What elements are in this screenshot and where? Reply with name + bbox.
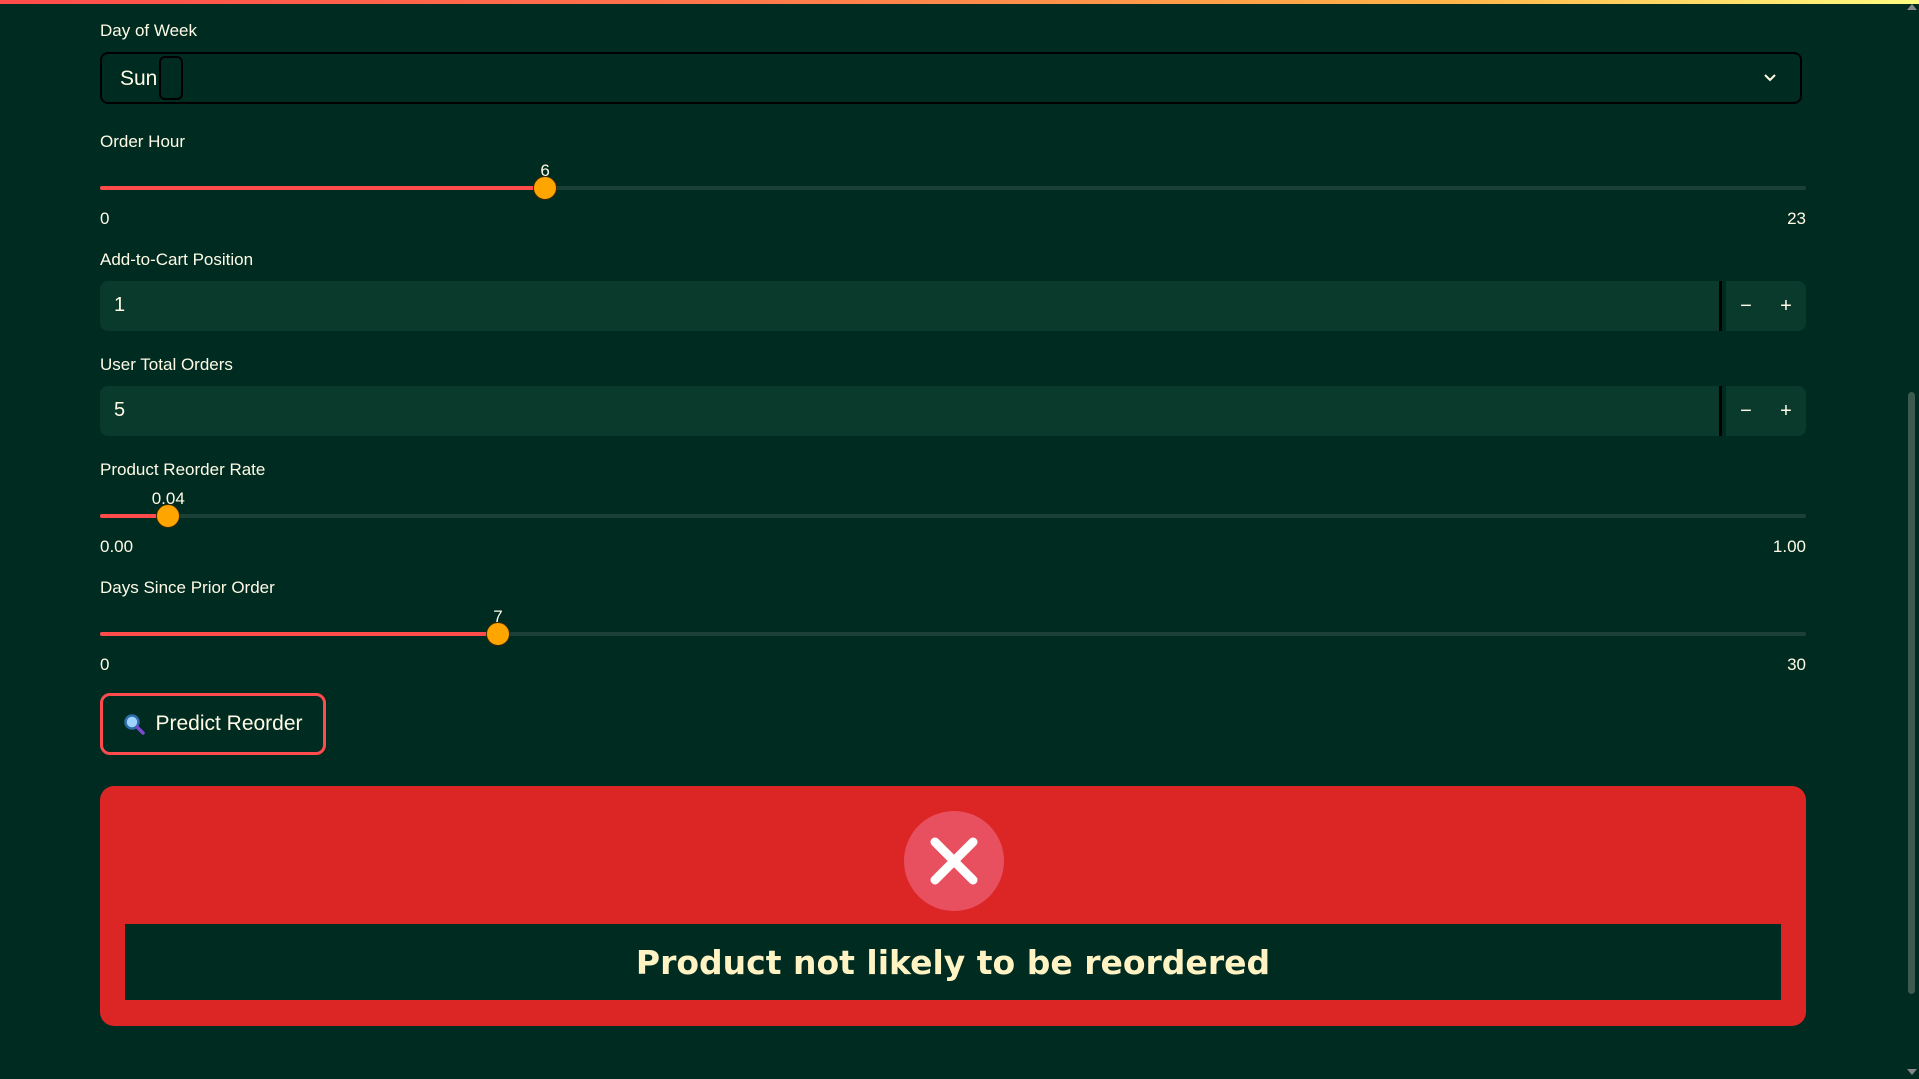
slider-min: 0 — [100, 209, 110, 228]
scrollbar-thumb[interactable] — [1908, 392, 1915, 994]
order-hour-label: Order Hour — [100, 132, 186, 151]
slider-value: 7 — [493, 607, 503, 626]
order-hour-slider[interactable]: 6 0 23 — [100, 161, 1806, 228]
magnifier-icon — [124, 714, 146, 735]
slider-value: 0.04 — [151, 489, 185, 508]
slider-fill — [100, 186, 546, 190]
days-since-prior-order-slider[interactable]: 7 0 30 — [100, 607, 1806, 674]
number-value: 5 — [114, 399, 126, 421]
slider-max: 23 — [1787, 209, 1806, 228]
product-reorder-rate-label: Product Reorder Rate — [100, 460, 266, 479]
predict-reorder-button[interactable]: Predict Reorder — [100, 693, 326, 755]
slider-max: 1.00 — [1772, 537, 1806, 556]
decrement-button[interactable]: − — [1726, 281, 1766, 331]
scroll-down-arrow-icon[interactable] — [1907, 1069, 1917, 1075]
prediction-form: Day of Week Sun Order Hour 6 0 23 Add-to… — [100, 0, 1806, 1079]
scroll-up-arrow-icon[interactable] — [1907, 4, 1917, 10]
add-to-cart-position-input: 1 − + — [100, 281, 1806, 331]
user-total-orders-input: 5 − + — [100, 386, 1806, 436]
predict-reorder-label: Predict Reorder — [155, 712, 303, 735]
slider-max: 30 — [1787, 655, 1806, 674]
day-of-week-select[interactable]: Sun — [100, 52, 1802, 104]
scrollbar[interactable] — [1905, 0, 1919, 1079]
number-field[interactable]: 1 — [100, 281, 1722, 331]
product-reorder-rate-slider[interactable]: 0.04 0.00 1.00 — [100, 489, 1806, 556]
slider-fill — [100, 632, 498, 636]
x-icon — [904, 811, 1004, 911]
slider-min: 0 — [100, 655, 110, 674]
x-icon-glyph — [930, 837, 978, 885]
user-total-orders-label: User Total Orders — [100, 355, 233, 374]
increment-button[interactable]: + — [1766, 281, 1806, 331]
result-banner: Product not likely to be reordered — [125, 924, 1781, 1000]
decrement-button[interactable]: − — [1726, 386, 1766, 436]
slider-value: 6 — [540, 161, 550, 180]
add-to-cart-position-label: Add-to-Cart Position — [100, 250, 254, 269]
day-of-week-value: Sun — [120, 67, 158, 90]
day-of-week-label: Day of Week — [100, 21, 198, 40]
slider-track[interactable] — [100, 514, 1806, 518]
slider-min: 0.00 — [100, 537, 134, 556]
result-message: Product not likely to be reordered — [635, 942, 1271, 982]
result-card: Product not likely to be reordered — [100, 786, 1806, 1026]
number-value: 1 — [114, 294, 126, 316]
chevron-down-icon[interactable] — [1760, 68, 1780, 88]
days-since-prior-order-label: Days Since Prior Order — [100, 578, 275, 597]
text-cursor — [159, 56, 183, 100]
number-field[interactable]: 5 — [100, 386, 1722, 436]
increment-button[interactable]: + — [1766, 386, 1806, 436]
